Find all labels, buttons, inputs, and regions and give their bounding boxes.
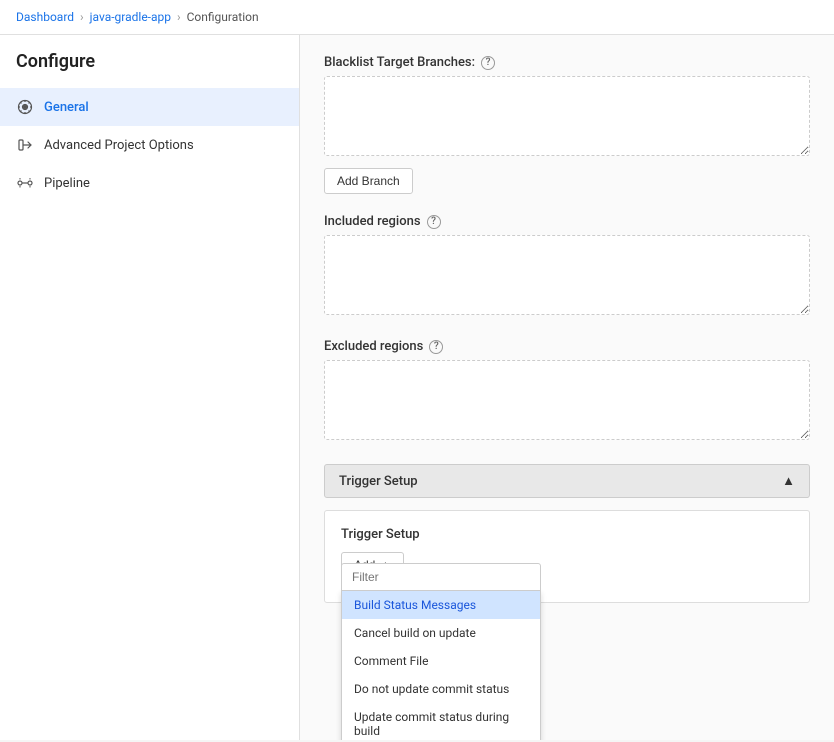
included-regions-label: Included regions ? bbox=[324, 214, 810, 229]
excluded-regions-label: Excluded regions ? bbox=[324, 339, 810, 354]
main-layout: Configure General Ad bbox=[0, 35, 834, 740]
sidebar-title: Configure bbox=[0, 51, 299, 88]
trigger-dropdown: Build Status Messages Cancel build on up… bbox=[341, 563, 541, 740]
advanced-icon bbox=[16, 136, 34, 154]
excluded-regions-section: Excluded regions ? bbox=[324, 339, 810, 444]
main-content: Blacklist Target Branches: ? Add Branch … bbox=[300, 35, 834, 740]
trigger-setup-header-label: Trigger Setup bbox=[339, 474, 418, 489]
included-regions-textarea[interactable] bbox=[324, 235, 810, 315]
sidebar-item-pipeline[interactable]: Pipeline bbox=[0, 164, 299, 202]
breadcrumb-current: Configuration bbox=[187, 10, 259, 24]
sidebar-item-general[interactable]: General bbox=[0, 88, 299, 126]
included-regions-help-icon[interactable]: ? bbox=[427, 215, 441, 229]
blacklist-label: Blacklist Target Branches: ? bbox=[324, 55, 810, 70]
sidebar-item-advanced-label: Advanced Project Options bbox=[44, 138, 194, 153]
included-regions-section: Included regions ? bbox=[324, 214, 810, 319]
sidebar-item-pipeline-label: Pipeline bbox=[44, 176, 90, 191]
filter-input[interactable] bbox=[341, 563, 541, 591]
gear-icon bbox=[16, 98, 34, 116]
dropdown-list: Build Status Messages Cancel build on up… bbox=[341, 591, 541, 740]
dropdown-item-cancel-build[interactable]: Cancel build on update bbox=[342, 619, 540, 647]
trigger-setup-body: Trigger Setup Add ▲ Build Status Message… bbox=[324, 510, 810, 603]
blacklist-section: Blacklist Target Branches: ? Add Branch bbox=[324, 55, 810, 194]
blacklist-textarea[interactable] bbox=[324, 76, 810, 156]
sidebar-item-general-label: General bbox=[44, 100, 89, 115]
trigger-setup-header[interactable]: Trigger Setup ▲ bbox=[324, 464, 810, 498]
pipeline-icon bbox=[16, 174, 34, 192]
excluded-regions-textarea[interactable] bbox=[324, 360, 810, 440]
dropdown-item-no-update-commit[interactable]: Do not update commit status bbox=[342, 675, 540, 703]
sidebar: Configure General Ad bbox=[0, 35, 300, 740]
excluded-regions-help-icon[interactable]: ? bbox=[429, 340, 443, 354]
blacklist-help-icon[interactable]: ? bbox=[481, 56, 495, 70]
breadcrumb-sep-1: › bbox=[80, 10, 84, 24]
breadcrumb: Dashboard › java-gradle-app › Configurat… bbox=[0, 0, 834, 35]
dropdown-item-comment-file[interactable]: Comment File bbox=[342, 647, 540, 675]
chevron-up-icon: ▲ bbox=[782, 473, 795, 489]
sidebar-item-advanced[interactable]: Advanced Project Options bbox=[0, 126, 299, 164]
trigger-setup-body-label: Trigger Setup bbox=[341, 527, 793, 542]
add-branch-button[interactable]: Add Branch bbox=[324, 168, 413, 194]
dropdown-item-build-status[interactable]: Build Status Messages bbox=[342, 591, 540, 619]
breadcrumb-project[interactable]: java-gradle-app bbox=[90, 10, 171, 24]
breadcrumb-dashboard[interactable]: Dashboard bbox=[16, 10, 74, 24]
breadcrumb-sep-2: › bbox=[177, 10, 181, 24]
dropdown-item-update-commit[interactable]: Update commit status during build bbox=[342, 703, 540, 740]
